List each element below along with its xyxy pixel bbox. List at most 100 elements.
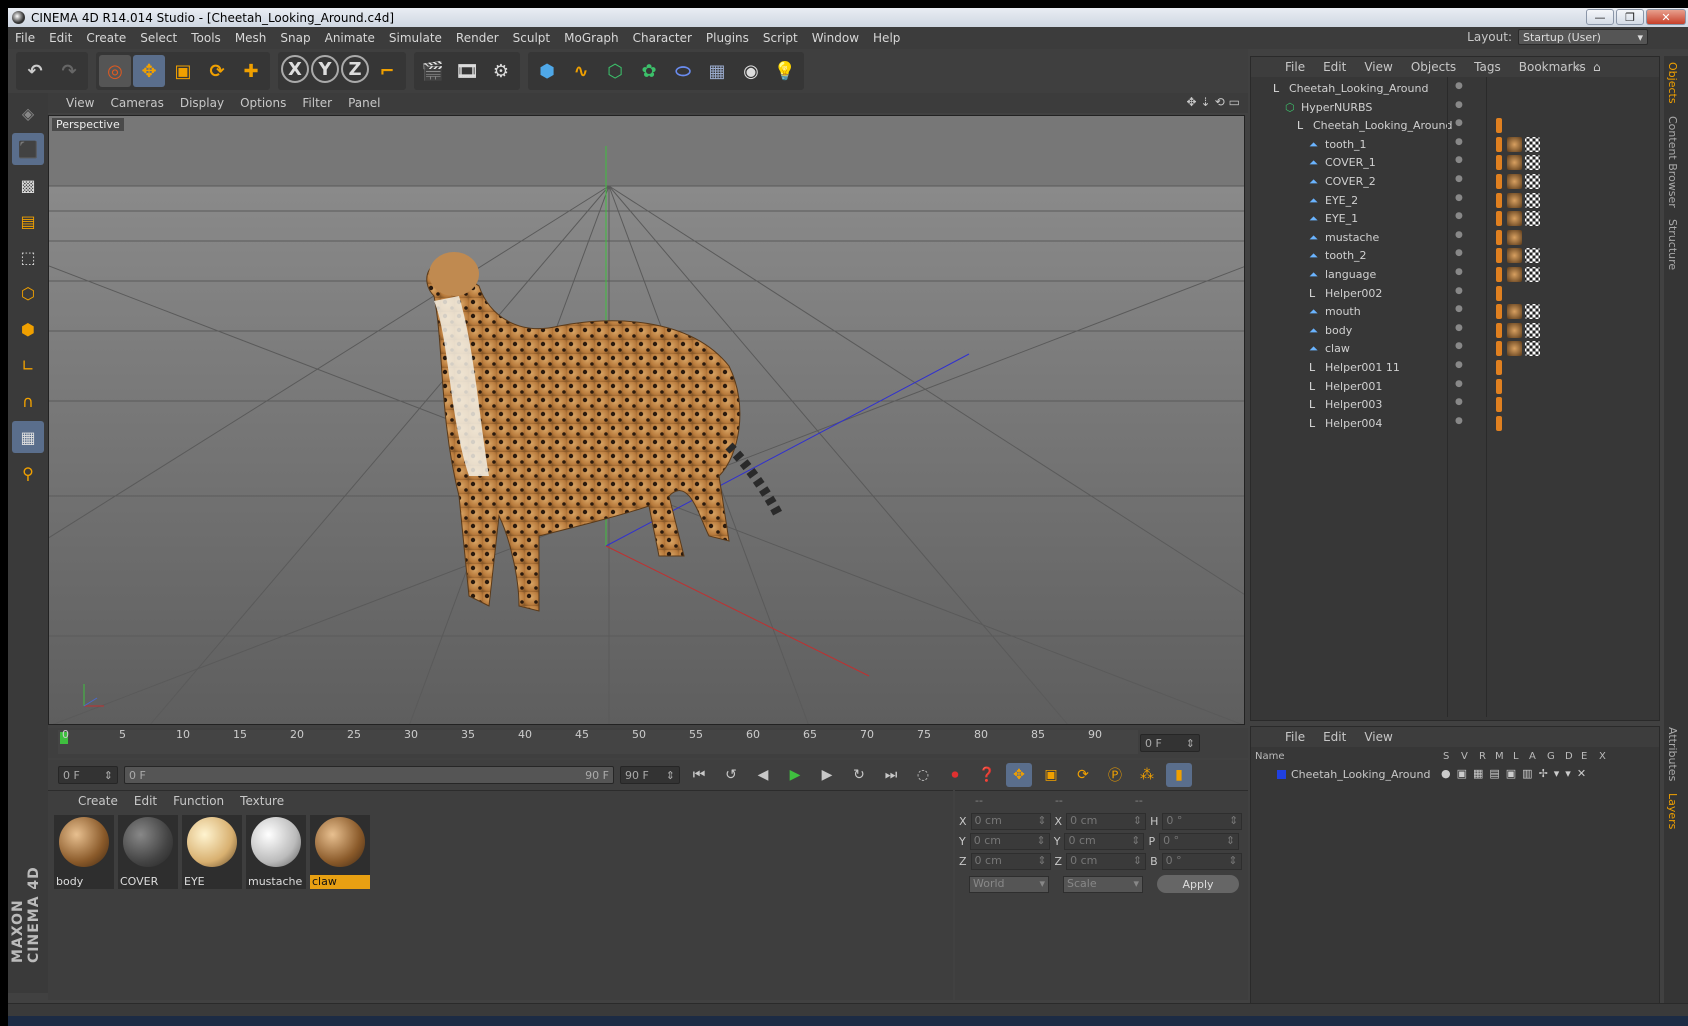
rotation-b-field[interactable]: 0 ° ⇕ <box>1161 853 1242 870</box>
texture-tag-icon[interactable] <box>1507 322 1522 338</box>
add-icon[interactable]: ✚ <box>235 55 267 87</box>
uvw-tag-icon[interactable] <box>1525 304 1540 320</box>
key-parameter-icon[interactable]: Ⓟ <box>1102 763 1128 787</box>
material-menu-edit[interactable]: Edit <box>126 794 165 808</box>
layout-select[interactable]: Startup (User) ▾ <box>1518 29 1648 45</box>
object-row[interactable]: ⏶ body ● <box>1251 321 1661 341</box>
next-frame-icon[interactable]: ▶ <box>814 763 840 787</box>
menu-script[interactable]: Script <box>756 31 805 45</box>
visibility-dots-icon[interactable]: ● <box>1455 81 1463 91</box>
close-button[interactable]: ✕ <box>1646 9 1686 25</box>
object-row[interactable]: ⏶ tooth_2 ● <box>1251 246 1661 266</box>
redo-icon[interactable]: ↷ <box>53 55 85 87</box>
render-view-icon[interactable]: 🎬 <box>417 55 449 87</box>
axis-mode-icon[interactable]: ∟ <box>12 349 44 381</box>
visibility-dots-icon[interactable]: ● <box>1455 416 1463 426</box>
texture-tag-icon[interactable] <box>1507 304 1522 320</box>
uvw-tag-icon[interactable] <box>1525 155 1540 171</box>
lock-workplane-icon[interactable]: ⚲ <box>12 457 44 489</box>
autokey-icon[interactable]: ❓ <box>974 763 1000 787</box>
object-menu-objects[interactable]: Objects <box>1402 60 1465 74</box>
next-key-icon[interactable]: ↻ <box>846 763 872 787</box>
move-icon[interactable]: ✥ <box>133 55 165 87</box>
xpresso-tag-icon[interactable] <box>1496 415 1502 431</box>
texture-tag-icon[interactable] <box>1507 211 1522 227</box>
size-y-field[interactable]: 0 cm ⇕ <box>1064 833 1145 850</box>
uvw-tag-icon[interactable] <box>1525 322 1540 338</box>
visibility-dots-icon[interactable]: ● <box>1455 379 1463 389</box>
visibility-dots-icon[interactable]: ● <box>1455 100 1463 110</box>
key-position-icon[interactable]: ✥ <box>1006 763 1032 787</box>
deformer-icon[interactable]: ⬭ <box>667 55 699 87</box>
go-to-start-icon[interactable]: ⏮ <box>686 763 712 787</box>
material-menu-create[interactable]: Create <box>70 794 126 808</box>
layer-menu-view[interactable]: View <box>1355 730 1401 744</box>
texture-tag-icon[interactable] <box>1507 136 1522 152</box>
menu-help[interactable]: Help <box>866 31 907 45</box>
texture-mode-icon[interactable]: ▩ <box>12 169 44 201</box>
visibility-dots-icon[interactable]: ● <box>1455 193 1463 203</box>
xpresso-tag-icon[interactable] <box>1496 118 1502 134</box>
visibility-dots-icon[interactable]: ● <box>1455 174 1463 184</box>
timeline-icon[interactable]: ▮ <box>1166 763 1192 787</box>
play-icon[interactable]: ▶ <box>782 763 808 787</box>
menu-character[interactable]: Character <box>626 31 699 45</box>
menu-animate[interactable]: Animate <box>318 31 382 45</box>
material-body[interactable]: body <box>54 815 114 889</box>
z-axis-icon[interactable]: Z <box>341 55 369 83</box>
tab-objects[interactable]: Objects <box>1664 56 1681 110</box>
layer-menu-edit[interactable]: Edit <box>1314 730 1355 744</box>
visibility-dots-icon[interactable]: ● <box>1455 341 1463 351</box>
visibility-dots-icon[interactable]: ● <box>1455 360 1463 370</box>
visibility-dots-icon[interactable]: ● <box>1455 155 1463 165</box>
tab-attributes[interactable]: Attributes <box>1664 721 1681 787</box>
current-frame-field[interactable]: 0 F ⇕ <box>1140 734 1200 752</box>
texture-tag-icon[interactable] <box>1507 341 1522 357</box>
xpresso-tag-icon[interactable] <box>1496 304 1502 320</box>
go-to-end-icon[interactable]: ⏭ <box>878 763 904 787</box>
xpresso-tag-icon[interactable] <box>1496 174 1502 189</box>
menu-select[interactable]: Select <box>133 31 184 45</box>
points-mode-icon[interactable]: ⬚ <box>12 241 44 273</box>
camera-icon[interactable]: ◉ <box>735 55 767 87</box>
material-menu-function[interactable]: Function <box>165 794 232 808</box>
restore-button[interactable]: ❐ <box>1616 9 1644 25</box>
timeline[interactable]: 0 5 10 15 20 25 30 35 40 45 50 55 60 65 70 75 80 85 90 0 F… <box>48 728 1248 758</box>
size-x-field[interactable]: 0 cm ⇕ <box>1066 813 1147 830</box>
previous-key-icon[interactable]: ↺ <box>718 763 744 787</box>
menu-window[interactable]: Window <box>805 31 866 45</box>
object-menu-view[interactable]: View <box>1355 60 1401 74</box>
menu-render[interactable]: Render <box>449 31 506 45</box>
xpresso-tag-icon[interactable] <box>1496 378 1502 394</box>
live-select-icon[interactable]: ◎ <box>99 55 131 87</box>
visibility-dots-icon[interactable]: ● <box>1455 118 1463 128</box>
object-row[interactable]: ⏶ language ● <box>1251 265 1661 285</box>
object-row[interactable]: L Cheetah_Looking_Around ● <box>1251 116 1661 136</box>
visibility-dots-icon[interactable]: ● <box>1455 304 1463 314</box>
array-icon[interactable]: ✿ <box>633 55 665 87</box>
object-row[interactable]: ⏶ COVER_1 ● <box>1251 153 1661 173</box>
texture-tag-icon[interactable] <box>1507 229 1522 245</box>
previous-frame-icon[interactable]: ◀ <box>750 763 776 787</box>
visibility-dots-icon[interactable]: ● <box>1455 230 1463 240</box>
xpresso-tag-icon[interactable] <box>1496 322 1502 338</box>
uvw-tag-icon[interactable] <box>1525 192 1540 208</box>
viewport-menu-panel[interactable]: Panel <box>340 96 388 110</box>
xpresso-tag-icon[interactable] <box>1496 397 1502 413</box>
xpresso-tag-icon[interactable] <box>1496 285 1502 301</box>
minimize-button[interactable]: — <box>1586 9 1614 25</box>
object-row[interactable]: L Helper003 ● <box>1251 395 1661 415</box>
texture-tag-icon[interactable] <box>1507 155 1522 171</box>
layer-menu-file[interactable]: File <box>1276 730 1314 744</box>
key-rotation-icon[interactable]: ⟳ <box>1070 763 1096 787</box>
home-icon[interactable]: ⌂ <box>1593 60 1601 74</box>
menu-snap[interactable]: Snap <box>273 31 317 45</box>
object-menu-edit[interactable]: Edit <box>1314 60 1355 74</box>
light-icon[interactable]: 💡 <box>769 55 801 87</box>
object-row[interactable]: ⏶ COVER_2 ● <box>1251 172 1661 192</box>
texture-tag-icon[interactable] <box>1507 174 1522 189</box>
range-slider[interactable]: 0 F 90 F <box>124 766 614 784</box>
object-row[interactable]: ⏶ mouth ● <box>1251 302 1661 322</box>
motion-record-icon[interactable]: ◌ <box>910 763 936 787</box>
texture-tag-icon[interactable] <box>1507 192 1522 208</box>
